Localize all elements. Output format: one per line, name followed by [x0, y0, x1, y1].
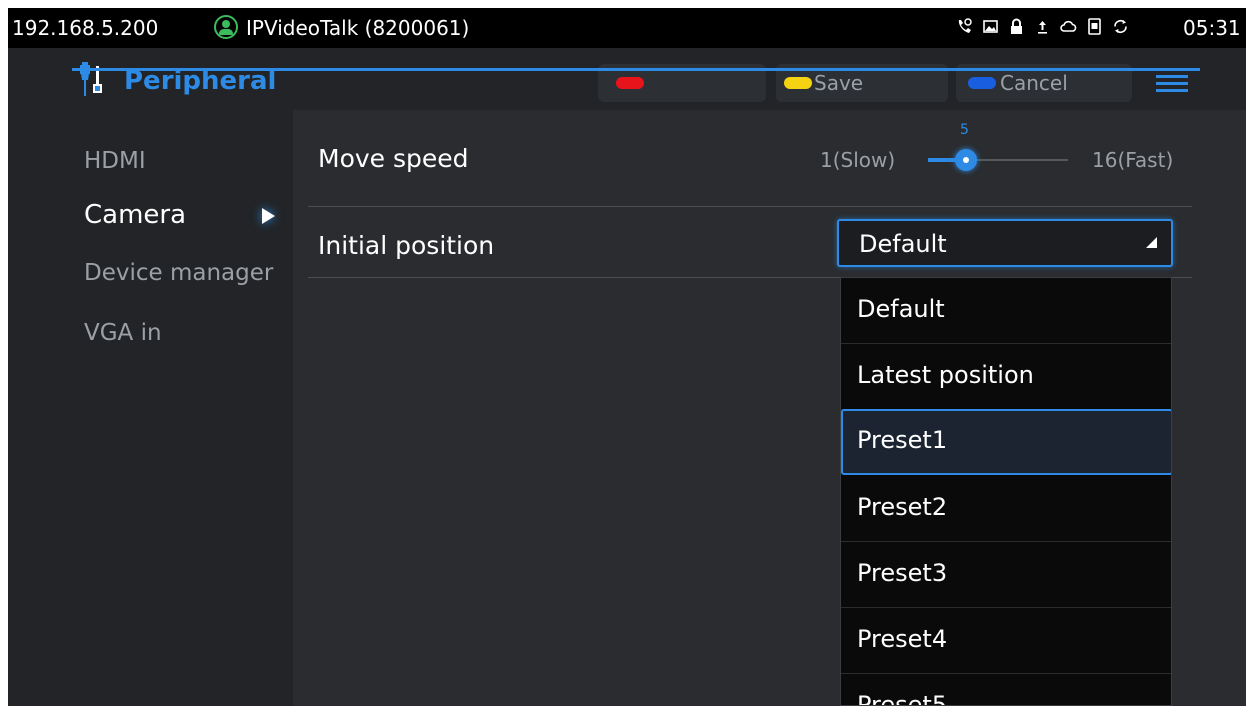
option-label: Preset3: [857, 559, 948, 587]
yellow-key-indicator: [784, 77, 812, 89]
active-item-arrow-icon: [262, 208, 275, 224]
image-icon: [982, 18, 999, 35]
sidebar-item-device-manager[interactable]: Device manager: [84, 260, 288, 294]
dropdown-option-preset1[interactable]: Preset1: [841, 409, 1171, 475]
red-key-indicator: [616, 77, 644, 89]
row-divider: [308, 206, 1192, 207]
dropdown-option-preset4[interactable]: Preset4: [841, 608, 1171, 674]
status-icons: [956, 18, 1129, 38]
upload-icon: [1034, 18, 1051, 35]
dropdown-option-latest-position[interactable]: Latest position: [841, 344, 1171, 410]
option-label: Preset1: [857, 426, 948, 454]
initial-position-label: Initial position: [318, 231, 495, 260]
slider-min-label: 1(Slow): [820, 148, 896, 172]
cloud-icon: [1060, 18, 1077, 35]
initial-position-dropdown: Default Latest position Preset1 Preset2 …: [840, 277, 1172, 706]
account-status-icon: [214, 15, 238, 39]
slider-value-label: 5: [960, 122, 969, 138]
option-label: Default: [857, 295, 945, 323]
call-forward-icon: [956, 18, 973, 35]
move-speed-label: Move speed: [318, 144, 469, 173]
menu-icon[interactable]: [1156, 68, 1188, 98]
status-ip-address: 192.168.5.200: [12, 16, 159, 40]
option-label: Preset5: [857, 691, 948, 706]
move-speed-slider-knob[interactable]: [955, 149, 977, 171]
dropdown-option-default[interactable]: Default: [841, 278, 1171, 344]
sidebar-item-label: Device manager: [84, 260, 274, 286]
option-label: Preset2: [857, 493, 948, 521]
dropdown-caret-icon: [1146, 237, 1157, 248]
peripheral-plug-icon: [78, 60, 108, 98]
status-account-name: IPVideoTalk (8200061): [246, 16, 470, 40]
status-time: 05:31: [1183, 16, 1241, 40]
sidebar-item-vga-in[interactable]: VGA in: [84, 320, 162, 346]
dropdown-option-preset2[interactable]: Preset2: [841, 476, 1171, 542]
sidebar-item-camera[interactable]: Camera: [84, 200, 186, 230]
sim-card-icon: [1086, 18, 1103, 35]
dropdown-option-preset3[interactable]: Preset3: [841, 542, 1171, 608]
blue-key-indicator: [968, 77, 996, 89]
sync-icon: [1112, 18, 1129, 35]
slider-max-label: 16(Fast): [1092, 148, 1174, 172]
device-screen: 192.168.5.200 IPVideoTalk (8200061) 05:3…: [8, 8, 1246, 706]
dropdown-option-preset5[interactable]: Preset5: [841, 674, 1171, 706]
initial-position-select[interactable]: Default: [837, 219, 1173, 267]
lock-icon: [1008, 18, 1025, 35]
sidebar-item-hdmi[interactable]: HDMI: [84, 148, 146, 174]
option-label: Preset4: [857, 625, 948, 653]
select-current-value: Default: [859, 230, 947, 258]
status-bar: 192.168.5.200 IPVideoTalk (8200061) 05:3…: [8, 8, 1246, 48]
option-label: Latest position: [857, 361, 1034, 389]
header-divider: [72, 68, 1200, 71]
